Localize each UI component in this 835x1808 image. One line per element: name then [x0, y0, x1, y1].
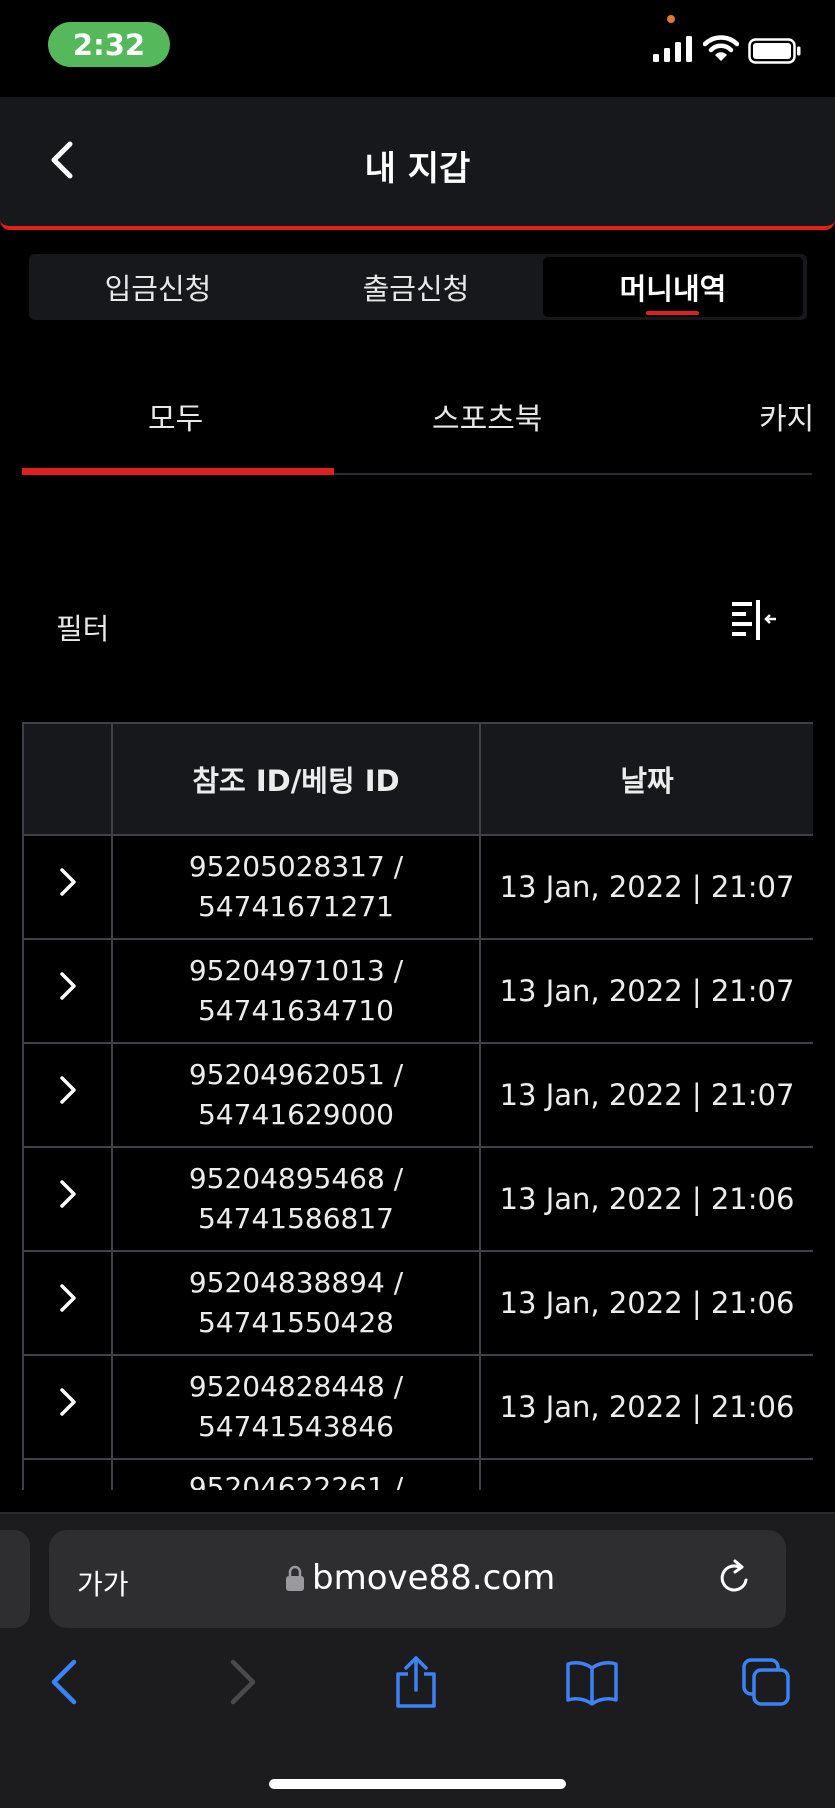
date-cell: 13 Jan, 2022 | 21:07 [479, 938, 813, 1044]
date-cell: 13 Jan, 2022 | 21:06 [479, 1354, 813, 1460]
browser-forward-icon[interactable] [217, 1654, 269, 1710]
status-bar: 2:32 [0, 0, 835, 96]
active-tab-indicator [646, 311, 699, 315]
category-active-indicator [22, 468, 334, 475]
battery-icon [748, 38, 801, 64]
chevron-right-icon [59, 1283, 76, 1312]
ref-id: 95204828448 / [188, 1370, 404, 1403]
expand-row-button[interactable] [22, 1042, 113, 1148]
tabs-icon[interactable] [740, 1654, 792, 1710]
app-header: 내 지갑 [0, 97, 835, 230]
tab-deposit-request[interactable]: 입금신청 [29, 254, 287, 320]
page-title: 내 지갑 [364, 149, 471, 189]
header-ref-bet-id: 참조 ID/베팅 ID [111, 722, 481, 836]
url-text[interactable]: bmove88.com [312, 1558, 555, 1598]
cellular-signal-icon [653, 36, 692, 62]
filter-label: 필터 [56, 612, 110, 646]
table-row: 95204828448 / 54741543846 13 Jan, 2022 | … [22, 1354, 813, 1460]
bookmarks-icon[interactable] [566, 1654, 618, 1710]
chevron-right-icon [59, 971, 76, 1000]
previous-tab-stub[interactable] [0, 1530, 30, 1628]
table-row: 95204962051 / 54741629000 13 Jan, 2022 | … [22, 1042, 813, 1148]
expand-row-button[interactable] [22, 1354, 113, 1460]
table-row: 95204971013 / 54741634710 13 Jan, 2022 | … [22, 938, 813, 1044]
table-header-row: 참조 ID/베팅 ID 날짜 [22, 722, 813, 836]
privacy-indicator-dot [667, 15, 675, 23]
bet-id: 54741634710 [198, 994, 394, 1027]
bet-id: 54741586817 [198, 1202, 394, 1235]
date-cell: 13 Jan, 2022 | 21:07 [479, 1042, 813, 1148]
id-cell: 95204895468 / 54741586817 [111, 1146, 481, 1252]
date-cell: 13 Jan, 2022 | 21:06 [479, 1146, 813, 1252]
table-row: 95204895468 / 54741586817 13 Jan, 2022 | … [22, 1146, 813, 1252]
home-indicator [269, 1779, 566, 1789]
reload-icon[interactable] [715, 1558, 755, 1598]
category-tab-all[interactable]: 모두 [148, 394, 203, 438]
lock-icon [286, 1565, 304, 1591]
ref-id: 95204622261 / [188, 1471, 404, 1490]
filter-toggle-icon[interactable] [730, 598, 778, 642]
chevron-right-icon [59, 1387, 76, 1416]
expand-row-button[interactable] [22, 834, 113, 940]
chevron-right-icon [59, 1075, 76, 1104]
tab-money-history[interactable]: 머니내역 [543, 257, 803, 317]
expand-row-button[interactable] [22, 938, 113, 1044]
ref-id: 95205028317 / [188, 850, 404, 883]
history-table-container[interactable]: 참조 ID/베팅 ID 날짜 95205028317 / 54741671271 … [22, 722, 813, 1490]
expand-row-button[interactable] [22, 1458, 113, 1490]
chevron-right-icon [59, 1179, 76, 1208]
share-icon[interactable] [390, 1654, 442, 1710]
history-table: 참조 ID/베팅 ID 날짜 95205028317 / 54741671271 … [22, 722, 813, 1490]
bet-id: 54741550428 [198, 1306, 394, 1339]
wifi-icon [703, 35, 739, 61]
ref-id: 95204838894 / [188, 1266, 404, 1299]
table-row: 95204622261 / [22, 1458, 813, 1490]
header-date: 날짜 [479, 722, 813, 836]
id-cell: 95204971013 / 54741634710 [111, 938, 481, 1044]
text-size-button[interactable]: 가가 [77, 1563, 129, 1603]
ref-id: 95204962051 / [188, 1058, 404, 1091]
table-row: 95205028317 / 54741671271 13 Jan, 2022 | … [22, 834, 813, 940]
id-cell: 95204838894 / 54741550428 [111, 1250, 481, 1356]
id-cell: 95204962051 / 54741629000 [111, 1042, 481, 1148]
bet-id: 54741629000 [198, 1098, 394, 1131]
ref-id: 95204971013 / [188, 954, 404, 987]
id-cell: 95204622261 / [111, 1458, 481, 1490]
expand-row-button[interactable] [22, 1146, 113, 1252]
ref-id: 95204895468 / [188, 1162, 404, 1195]
id-cell: 95205028317 / 54741671271 [111, 834, 481, 940]
date-cell: 13 Jan, 2022 | 21:07 [479, 834, 813, 940]
category-tab-sportsbook[interactable]: 스포츠북 [432, 394, 542, 438]
id-cell: 95204828448 / 54741543846 [111, 1354, 481, 1460]
browser-back-icon[interactable] [38, 1654, 90, 1710]
header-expand [22, 722, 113, 836]
date-cell: 13 Jan, 2022 | 21:06 [479, 1250, 813, 1356]
bet-id: 54741671271 [198, 890, 394, 923]
status-time: 2:32 [48, 22, 170, 67]
chevron-right-icon [59, 867, 76, 896]
table-row: 95204838894 / 54741550428 13 Jan, 2022 | … [22, 1250, 813, 1356]
expand-row-button[interactable] [22, 1250, 113, 1356]
bet-id: 54741543846 [198, 1410, 394, 1443]
category-tab-casino[interactable]: 카지 [759, 394, 814, 438]
date-cell [479, 1458, 813, 1490]
tab-withdraw-request[interactable]: 출금신청 [287, 254, 545, 320]
